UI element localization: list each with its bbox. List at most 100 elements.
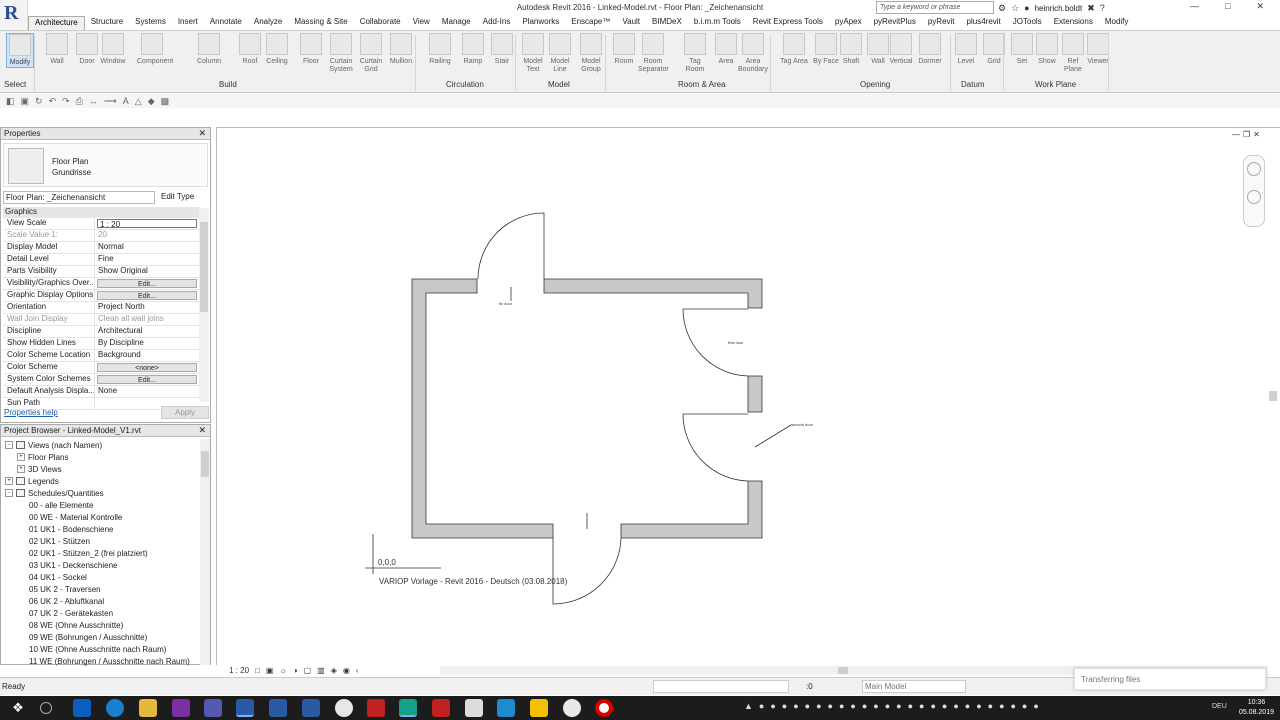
collapse-icon[interactable]: - — [5, 489, 13, 497]
tab-extensions[interactable]: Extensions — [1048, 16, 1099, 30]
tree-item-schedule[interactable]: 00 - alle Elemente — [5, 499, 201, 511]
ribbon-mullion-button[interactable]: Mullion — [386, 33, 416, 66]
ribbon-modify-button[interactable]: Modify — [6, 33, 34, 68]
panel-opening[interactable]: Opening — [860, 80, 890, 89]
ribbon-room-button[interactable]: Room — [609, 33, 639, 66]
tree-item-schedule[interactable]: 06 UK 2 - Abluftkanal — [5, 595, 201, 607]
tab-structure[interactable]: Structure — [85, 16, 129, 30]
panel-work-plane[interactable]: Work Plane — [1035, 80, 1076, 89]
view-scale[interactable]: 1 : 20 — [229, 666, 249, 675]
detail-level-icon[interactable]: □ — [255, 666, 260, 675]
maximize-icon[interactable]: □ — [1225, 1, 1230, 12]
sun-path-icon[interactable]: ☼ — [279, 666, 286, 675]
tree-item-schedule[interactable]: 11 WE (Bohrungen / Ausschnitte nach Raum… — [5, 655, 201, 667]
revit-task-icon-2[interactable] — [269, 699, 287, 717]
tab-bimdex[interactable]: BIMDeX — [646, 16, 688, 30]
ribbon-level-button[interactable]: Level — [951, 33, 981, 66]
ribbon-window-button[interactable]: Window — [98, 33, 128, 66]
property-value[interactable]: Normal — [95, 242, 199, 253]
navigation-bar[interactable] — [1243, 155, 1265, 227]
instance-filter[interactable]: Floor Plan: _Zeichenansicht — [3, 191, 155, 204]
ribbon-ramp-button[interactable]: Ramp — [458, 33, 488, 66]
user-name[interactable]: heinrich.boldt — [1035, 4, 1083, 13]
ribbon-dormer-button[interactable]: Dormer — [915, 33, 945, 66]
redo-icon[interactable]: ↷ — [62, 96, 70, 107]
3d-view-icon[interactable]: △ — [135, 96, 142, 107]
tab-add-ins[interactable]: Add-Ins — [477, 16, 517, 30]
properties-scrollbar[interactable] — [199, 208, 209, 402]
expand-icon[interactable]: + — [17, 453, 25, 461]
tree-item-schedule[interactable]: 01 UK1 - Bodenschiene — [5, 523, 201, 535]
windows-start-icon[interactable]: ❖ — [9, 699, 27, 717]
binoculars-icon[interactable]: ⚙ — [998, 3, 1006, 14]
close-icon[interactable]: ✕ — [198, 425, 206, 436]
panel-circulation[interactable]: Circulation — [446, 80, 484, 89]
property-edit-button[interactable]: Edit... — [97, 279, 197, 288]
clock[interactable]: 10:36 05.08.2019 — [1239, 698, 1274, 718]
design-option-selector[interactable]: Main Model — [862, 680, 966, 693]
user-icon[interactable]: ● — [1024, 3, 1029, 13]
scroll-left-icon[interactable]: ‹ — [356, 666, 359, 675]
close-view-icon[interactable]: ✕ — [1253, 130, 1260, 139]
ribbon-area-boundary-button[interactable]: Area Boundary — [738, 33, 768, 74]
panel-build[interactable]: Build — [219, 80, 237, 89]
app-icon[interactable] — [399, 699, 417, 717]
tab-analyze[interactable]: Analyze — [248, 16, 288, 30]
undo-icon[interactable]: ↶ — [49, 96, 57, 107]
temp-hide-icon[interactable]: ◈ — [331, 666, 337, 675]
language-indicator[interactable]: DEU — [1212, 703, 1227, 710]
tab-insert[interactable]: Insert — [172, 16, 204, 30]
crop-view-icon[interactable]: ▢ — [304, 666, 312, 675]
ribbon-tag-area-button[interactable]: Tag Area — [779, 33, 809, 66]
group-graphics[interactable]: Graphics — [3, 207, 199, 218]
tab-jotools[interactable]: JOTools — [1007, 16, 1048, 30]
drawing-canvas[interactable]: fix door first door second door 0,0,0 VA… — [216, 127, 1280, 665]
shadows-icon[interactable]: ◑ — [293, 666, 298, 675]
tree-item-schedule[interactable]: 08 WE (Ohne Ausschnitte) — [5, 619, 201, 631]
type-selector[interactable]: Floor Plan Grundrisse — [3, 143, 208, 187]
ribbon-roof-button[interactable]: Roof — [235, 33, 265, 66]
tab-modify[interactable]: Modify — [1099, 16, 1135, 30]
tree-item-schedule[interactable]: 07 UK 2 - Gerätekasten — [5, 607, 201, 619]
ribbon-stair-button[interactable]: Stair — [487, 33, 517, 66]
tab-pyrevitplus[interactable]: pyRevitPlus — [868, 16, 922, 30]
reveal-hidden-icon[interactable]: ◉ — [343, 666, 350, 675]
tab-architecture[interactable]: Architecture — [28, 16, 85, 30]
navisworks-icon[interactable] — [497, 699, 515, 717]
property-edit-button[interactable]: Edit... — [97, 291, 197, 300]
tree-item-schedule[interactable]: 09 WE (Bohrungen / Ausschnitte) — [5, 631, 201, 643]
tree-node[interactable]: + Legends — [5, 475, 201, 487]
tab-pyrevit[interactable]: pyRevit — [922, 16, 961, 30]
door-tag-fix[interactable]: fix door — [499, 301, 513, 306]
teams-icon[interactable] — [204, 699, 222, 717]
media-icon[interactable] — [563, 699, 581, 717]
revit-task-icon[interactable] — [236, 699, 254, 717]
ribbon-tag-room-button[interactable]: Tag Room — [680, 33, 710, 74]
section-icon[interactable]: ◆ — [148, 96, 155, 107]
tree-item-schedule[interactable]: 10 WE (Ohne Ausschnitte nach Raum) — [5, 643, 201, 655]
help-icon[interactable]: ? — [1100, 3, 1105, 13]
restore-view-icon[interactable]: ❐ — [1243, 130, 1250, 139]
text-icon[interactable]: A — [123, 96, 129, 106]
tree-item-schedule[interactable]: 05 UK 2 - Traversen — [5, 583, 201, 595]
edge-icon[interactable] — [106, 699, 124, 717]
measure-icon[interactable]: ↔ — [89, 96, 98, 106]
file-explorer-icon[interactable] — [139, 699, 157, 717]
property-value[interactable]: None — [95, 386, 199, 397]
ribbon-ceiling-button[interactable]: Ceiling — [262, 33, 292, 66]
record-icon[interactable] — [595, 699, 613, 717]
chrome-icon[interactable] — [335, 699, 353, 717]
tree-node[interactable]: - Schedules/Quantities — [5, 487, 201, 499]
ribbon-area-button[interactable]: Area — [711, 33, 741, 66]
apply-button[interactable]: Apply — [161, 406, 209, 419]
minimize-view-icon[interactable]: — — [1232, 130, 1240, 139]
close-icon[interactable]: ✕ — [198, 128, 206, 139]
open-icon[interactable]: ◧ — [6, 96, 15, 107]
canvas-vertical-scrollbar[interactable] — [1268, 133, 1278, 663]
tree-item-schedule[interactable]: 04 UK1 - Sockel — [5, 571, 201, 583]
workset-selector[interactable] — [653, 680, 789, 693]
onenote-icon[interactable] — [172, 699, 190, 717]
tree-node[interactable]: - Views (nach Namen) — [5, 439, 201, 451]
tab-vault[interactable]: Vault — [616, 16, 646, 30]
edit-type-button[interactable]: Edit Type — [161, 192, 194, 201]
